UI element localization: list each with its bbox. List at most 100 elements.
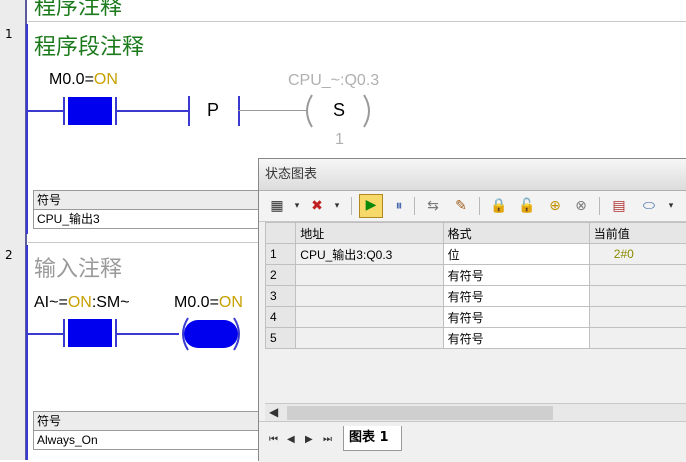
table-row[interactable]: 3 有符号	[266, 286, 686, 307]
pause-icon[interactable]: ⏸	[389, 196, 409, 216]
rung-wire	[115, 333, 179, 335]
contact-address: AI~=	[34, 294, 68, 311]
contact-address-suffix: :SM~	[92, 294, 130, 311]
unlock-icon[interactable]: 🔓	[517, 196, 537, 216]
symbol-header: 符号	[34, 191, 274, 210]
network-title[interactable]: 输入注释	[34, 251, 122, 283]
single-read-icon[interactable]: ⇆	[423, 196, 443, 216]
contact-label: M0.0=ON	[49, 71, 118, 89]
symbol-table: 符号 CPU_输出3	[33, 190, 275, 229]
toolbar-separator	[599, 197, 600, 215]
address-cell[interactable]	[296, 328, 443, 349]
scrollbar-thumb[interactable]	[287, 406, 553, 420]
contact-state: ON	[94, 71, 118, 88]
table-header-row: 地址 格式 当前值	[266, 223, 686, 244]
contact-label: AI~=ON:SM~	[34, 294, 130, 312]
network-number: 2	[5, 248, 13, 262]
power-rail	[26, 24, 28, 234]
trend-icon[interactable]: ▤	[609, 196, 629, 216]
coil-address: M0.0=	[174, 294, 219, 311]
current-value-cell	[589, 286, 686, 307]
add-item-icon[interactable]: ▦	[267, 196, 287, 216]
coil-label: M0.0=ON	[174, 294, 243, 312]
column-header-current-value[interactable]: 当前值	[589, 223, 686, 244]
status-chart-title[interactable]: 状态图表	[259, 159, 686, 191]
row-number: 5	[266, 328, 296, 349]
write-icon[interactable]: ✎	[451, 196, 471, 216]
column-header-address[interactable]: 地址	[296, 223, 443, 244]
delete-item-icon[interactable]: ✖	[307, 196, 327, 216]
output-coil[interactable]	[176, 316, 246, 352]
network-gutter	[0, 0, 27, 460]
contact-energized-fill	[68, 319, 112, 347]
first-sheet-icon[interactable]: ⏮	[269, 434, 278, 445]
symbol-header: 符号	[34, 412, 274, 431]
table-row[interactable]: 1 CPU_输出3:Q0.3 位 2#0	[266, 244, 686, 265]
sheet-tab-bar: ⏮ ◀ ▶ ⏭ 图表 1	[259, 421, 686, 462]
toolbar-separator	[479, 197, 480, 215]
symbol-value[interactable]: CPU_输出3	[34, 210, 274, 228]
table-row[interactable]: 5 有符号	[266, 328, 686, 349]
address-cell[interactable]	[296, 265, 443, 286]
p-edge-label: P	[207, 100, 219, 121]
network-title[interactable]: 程序段注释	[34, 29, 144, 61]
address-cell[interactable]: CPU_输出3:Q0.3	[296, 244, 443, 265]
sheet-tab-chart-1[interactable]: 图表 1	[343, 426, 402, 451]
chevron-down-icon[interactable]: ▾	[661, 196, 681, 216]
row-number-header	[266, 223, 296, 244]
symbol-table: 符号 Always_On	[33, 411, 275, 450]
prev-sheet-icon[interactable]: ◀	[287, 434, 295, 445]
network-number: 1	[5, 27, 13, 41]
current-value-cell: 2#0	[589, 244, 686, 265]
coil-address: CPU_~:Q0.3	[288, 72, 379, 90]
read-force-icon[interactable]: ⊗	[571, 196, 591, 216]
contact-state: ON	[68, 294, 92, 311]
contact-m0-0[interactable]	[63, 97, 117, 125]
toolbar-separator	[414, 197, 415, 215]
last-sheet-icon[interactable]: ⏭	[323, 434, 332, 445]
program-comment[interactable]: 程序注释	[34, 0, 122, 21]
horizontal-scrollbar[interactable]: ◀	[265, 403, 686, 422]
chevron-down-icon[interactable]: ▾	[287, 196, 307, 216]
network-divider	[28, 21, 686, 22]
current-value-cell	[589, 307, 686, 328]
chevron-down-icon[interactable]: ▾	[327, 196, 347, 216]
current-value: 2#0	[594, 247, 634, 261]
format-cell[interactable]: 有符号	[443, 328, 589, 349]
format-cell[interactable]: 有符号	[443, 307, 589, 328]
row-number: 4	[266, 307, 296, 328]
format-cell[interactable]: 有符号	[443, 286, 589, 307]
format-cell[interactable]: 位	[443, 244, 589, 265]
contact-address: M0.0=	[49, 71, 94, 88]
address-cell[interactable]	[296, 307, 443, 328]
table-row[interactable]: 2 有符号	[266, 265, 686, 286]
tag-icon[interactable]: ⬭	[639, 196, 659, 216]
table-row[interactable]: 4 有符号	[266, 307, 686, 328]
column-header-format[interactable]: 格式	[443, 223, 589, 244]
symbol-value[interactable]: Always_On	[34, 431, 274, 449]
contact-energized-fill	[68, 97, 112, 125]
rung-wire	[115, 110, 189, 112]
row-number: 3	[266, 286, 296, 307]
force-icon[interactable]: ⊕	[545, 196, 565, 216]
format-cell[interactable]: 有符号	[443, 265, 589, 286]
scroll-left-icon[interactable]: ◀	[269, 405, 278, 419]
status-chart-table: 地址 格式 当前值 1 CPU_输出3:Q0.3 位 2#0 2 有符号 3 有…	[265, 222, 686, 349]
row-number: 1	[266, 244, 296, 265]
coil-type: S	[333, 100, 345, 121]
coil-state: ON	[219, 294, 243, 311]
status-chart-toolbar: ▦ ▾ ✖ ▾ ▶ ⏸ ⇆ ✎ 🔒 🔓 ⊕ ⊗ ▤ ⬭ ▾	[259, 191, 686, 222]
power-rail	[26, 245, 28, 460]
current-value-cell	[589, 265, 686, 286]
address-cell[interactable]	[296, 286, 443, 307]
rung-wire	[28, 110, 64, 112]
current-value-cell	[589, 328, 686, 349]
status-chart-window[interactable]: 状态图表 ▦ ▾ ✖ ▾ ▶ ⏸ ⇆ ✎ 🔒 🔓 ⊕ ⊗ ▤ ⬭ ▾ 地址 格式…	[258, 158, 686, 461]
rung-wire	[28, 333, 64, 335]
lock-icon[interactable]: 🔒	[489, 196, 509, 216]
next-sheet-icon[interactable]: ▶	[305, 434, 313, 445]
row-number: 2	[266, 265, 296, 286]
start-monitor-icon[interactable]: ▶	[359, 194, 383, 218]
toolbar-separator	[351, 197, 352, 215]
contact-always-on[interactable]	[63, 319, 117, 347]
